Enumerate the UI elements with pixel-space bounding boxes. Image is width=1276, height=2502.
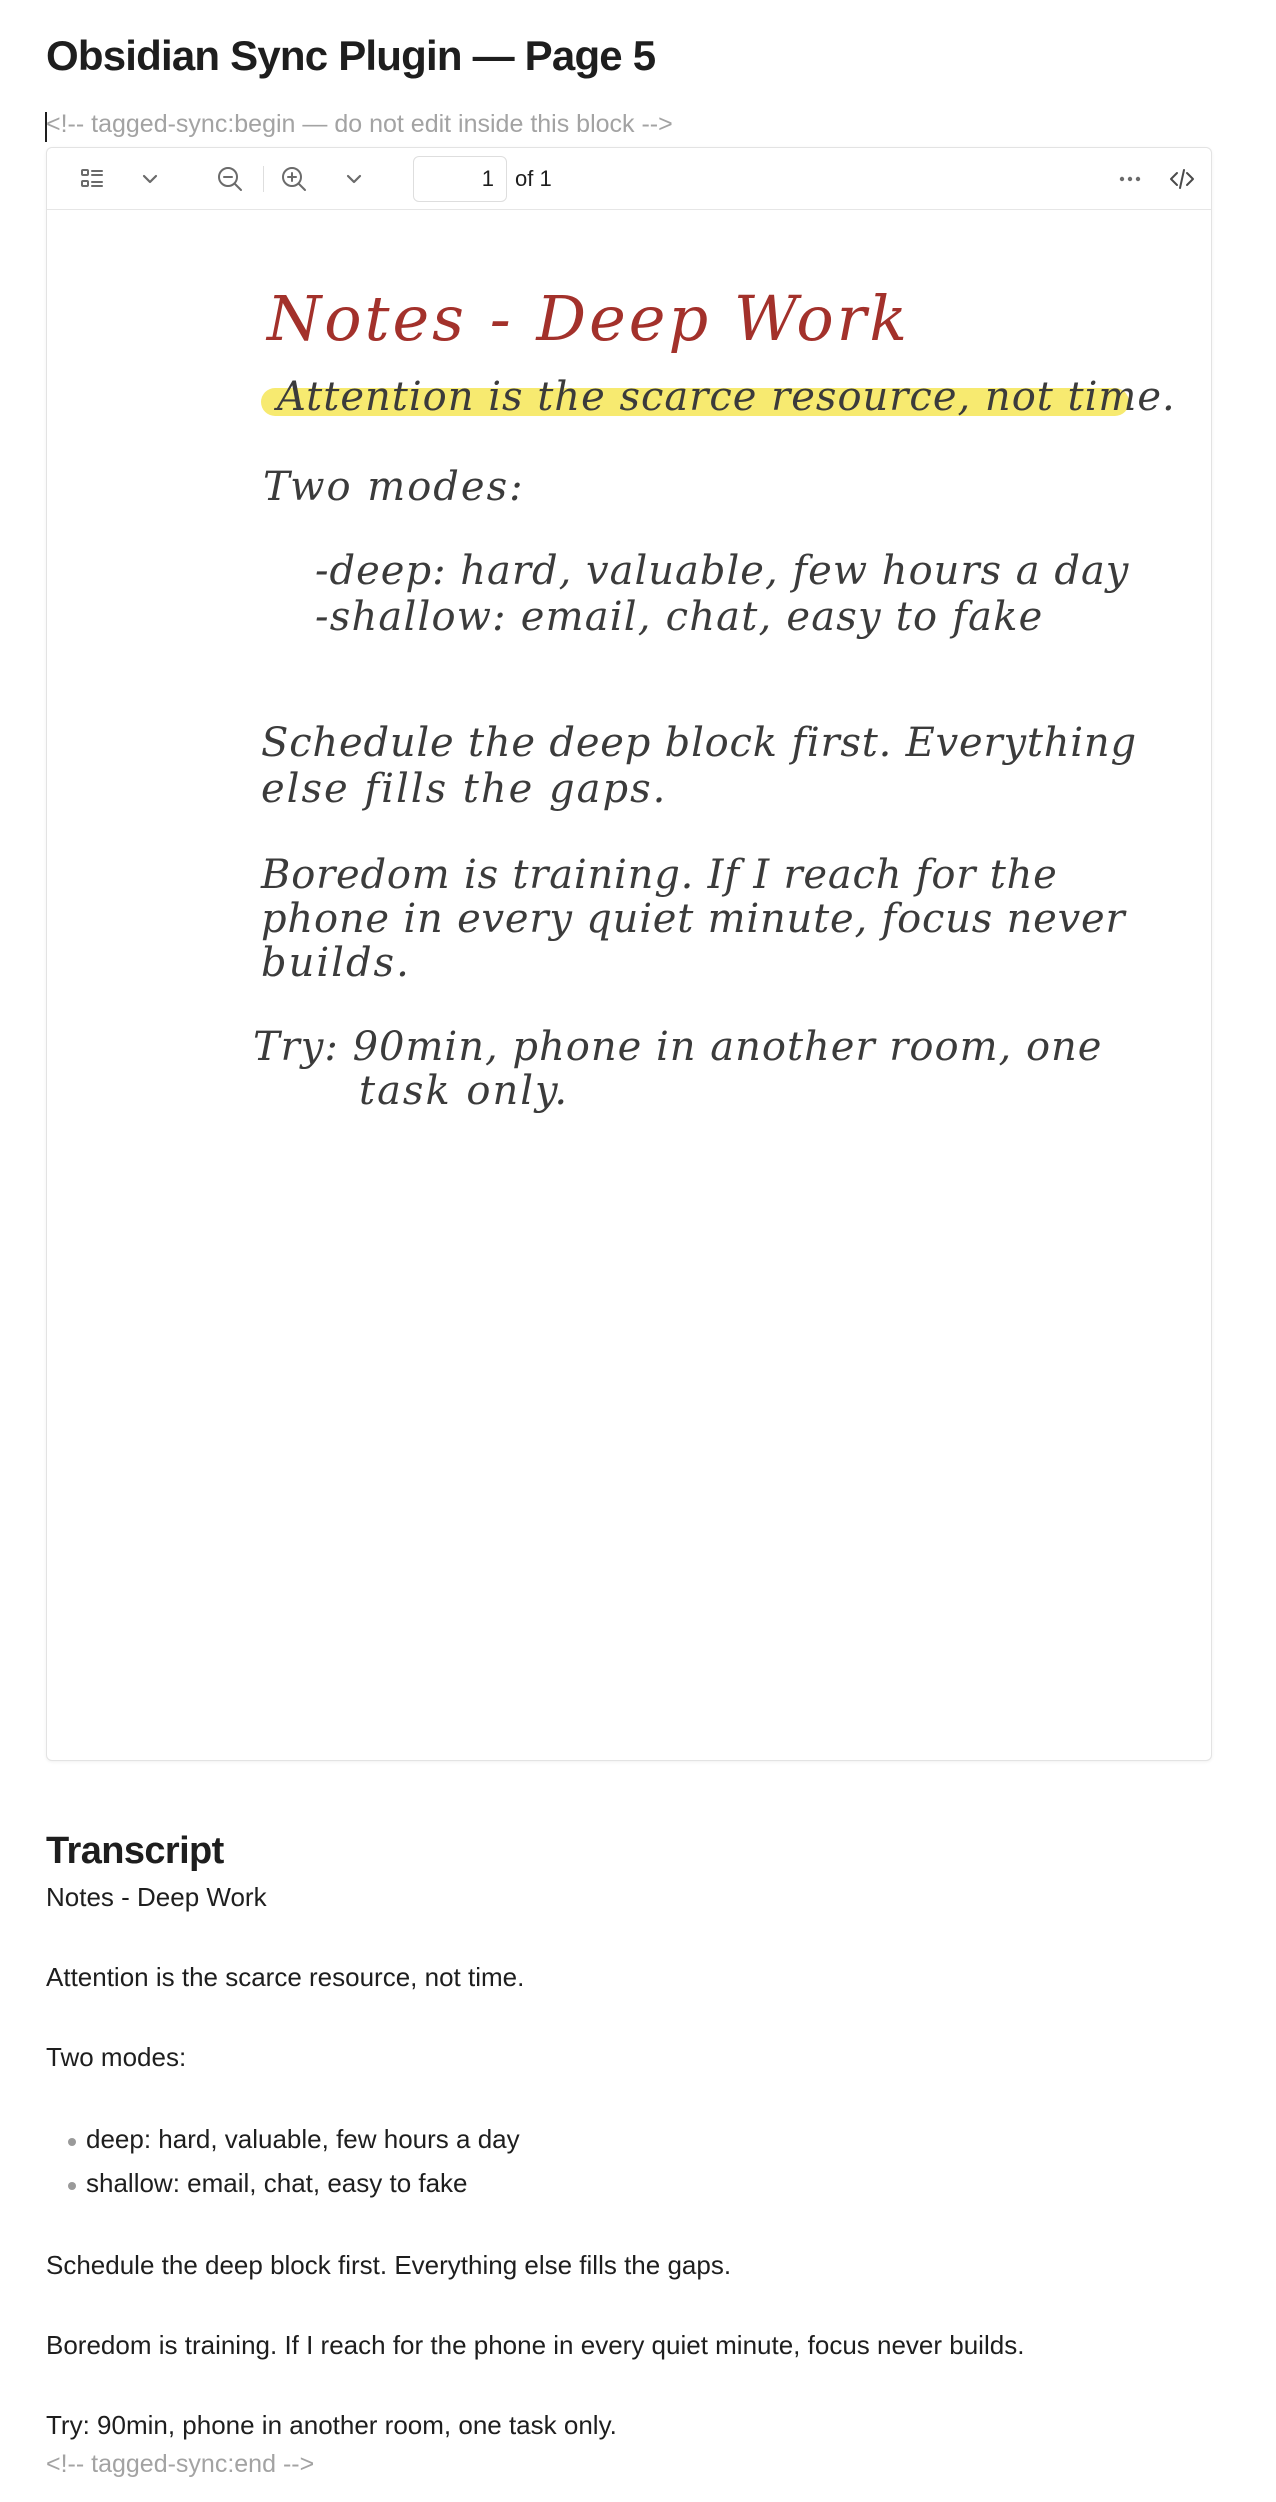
- transcript-boredom-line: Boredom is training. If I reach for the …: [46, 2330, 1025, 2360]
- handwritten-try-line2: task only.: [359, 1068, 570, 1114]
- pdf-embed[interactable]: of 1 Notes - Deep Work Attention is the …: [46, 147, 1212, 1761]
- handwritten-mode-shallow: -shallow: email, chat, easy to fake: [315, 594, 1044, 640]
- handwritten-boredom-line3: builds.: [261, 940, 411, 986]
- toolbar-separator: [263, 166, 264, 192]
- transcript-try-line: Try: 90min, phone in another room, one t…: [46, 2410, 617, 2440]
- more-icon[interactable]: [1113, 162, 1147, 196]
- sync-end-comment[interactable]: <!-- tagged-sync:end -->: [46, 2450, 314, 2479]
- code-icon[interactable]: [1165, 162, 1199, 196]
- page-number-input[interactable]: [413, 156, 507, 202]
- pdf-page: Notes - Deep Work Attention is the scarc…: [49, 212, 1209, 1758]
- transcript-bullet-shallow: shallow: email, chat, easy to fake: [86, 2168, 468, 2198]
- chevron-down-icon[interactable]: [337, 162, 371, 196]
- bullet-dot: [68, 2138, 76, 2146]
- thumbnails-icon[interactable]: [75, 162, 109, 196]
- handwritten-schedule-line1: Schedule the deep block first. Everythin…: [261, 720, 1137, 766]
- sync-begin-comment[interactable]: <!-- tagged-sync:begin — do not edit ins…: [46, 110, 673, 139]
- handwritten-modes-label: Two modes:: [263, 464, 525, 510]
- chevron-down-icon[interactable]: [133, 162, 167, 196]
- transcript-heading: Transcript: [46, 1830, 224, 1872]
- page-title: Obsidian Sync Plugin — Page 5: [46, 32, 656, 79]
- handwritten-mode-deep: -deep: hard, valuable, few hours a day: [315, 548, 1130, 594]
- handwritten-title: Notes - Deep Work: [267, 282, 910, 355]
- handwritten-highlighted-line: Attention is the scarce resource, not ti…: [277, 374, 1176, 420]
- handwritten-boredom-line2: phone in every quiet minute, focus never: [261, 896, 1126, 942]
- handwritten-boredom-line1: Boredom is training. If I reach for the: [261, 852, 1058, 898]
- zoom-out-icon[interactable]: [213, 162, 247, 196]
- transcript-schedule-line: Schedule the deep block first. Everythin…: [46, 2250, 732, 2280]
- zoom-in-icon[interactable]: [277, 162, 311, 196]
- handwritten-try-line1: Try: 90min, phone in another room, one: [253, 1024, 1103, 1070]
- transcript-attention-line: Attention is the scarce resource, not ti…: [46, 1962, 525, 1992]
- transcript-bullet-deep: deep: hard, valuable, few hours a day: [86, 2124, 520, 2154]
- transcript-title-line: Notes - Deep Work: [46, 1882, 267, 1912]
- bullet-dot: [68, 2182, 76, 2190]
- transcript-modes-line: Two modes:: [46, 2042, 187, 2072]
- pdf-toolbar: of 1: [47, 148, 1211, 210]
- page-total-label: of 1: [515, 166, 552, 191]
- handwritten-schedule-line2: else fills the gaps.: [261, 766, 668, 812]
